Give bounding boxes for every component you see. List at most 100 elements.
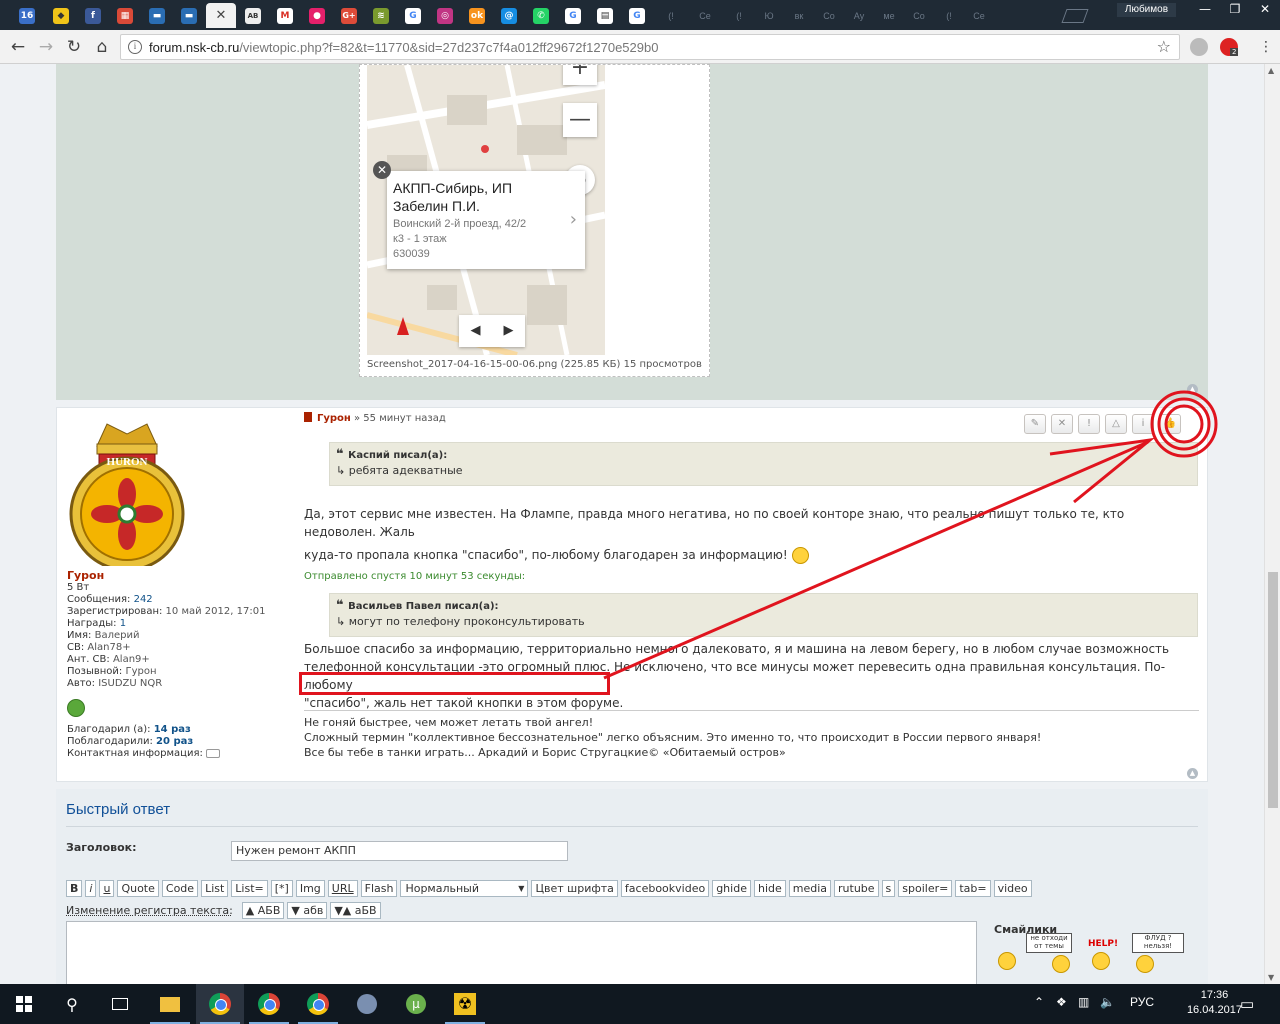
tab-ghost[interactable]: Со: [814, 3, 844, 28]
warn-button[interactable]: △: [1105, 414, 1127, 434]
dropbox-icon[interactable]: ❖: [1056, 995, 1067, 1009]
address-bar[interactable]: i forum.nsk-cb.ru/viewtopic.php?f=82&t=1…: [120, 34, 1180, 60]
tab-whatsapp[interactable]: ✆: [528, 3, 554, 28]
smiley-icon[interactable]: [998, 952, 1016, 970]
radiation-app-button[interactable]: ☢: [441, 984, 489, 1024]
tab-chat2[interactable]: ▬: [176, 3, 202, 28]
tab-pink[interactable]: ●: [304, 3, 330, 28]
report-button[interactable]: !: [1078, 414, 1100, 434]
zoom-out-button[interactable]: —: [563, 103, 597, 137]
page-scrollbar[interactable]: ▲ ▼: [1264, 64, 1280, 984]
back-button[interactable]: ←: [6, 36, 30, 58]
scroll-thumb[interactable]: [1268, 572, 1278, 808]
img-button[interactable]: Img: [295, 880, 325, 897]
tab-ghost[interactable]: (!: [656, 3, 686, 28]
list-button[interactable]: List: [201, 880, 229, 897]
close-window-button[interactable]: ✕: [1250, 0, 1280, 18]
tab-instagram[interactable]: ◎: [432, 3, 458, 28]
sign-smiley-icon[interactable]: [1052, 955, 1070, 973]
list-item-button[interactable]: [*]: [270, 880, 293, 897]
uppercase-button[interactable]: ▲ АБВ: [241, 902, 285, 919]
chrome-taskbar-button[interactable]: [294, 984, 342, 1024]
media-button[interactable]: media: [788, 880, 832, 897]
tab-ghost[interactable]: Се: [690, 3, 720, 28]
clock[interactable]: 17:36 16.04.2017: [1187, 988, 1242, 1018]
tab-bulb[interactable]: ◆: [48, 3, 74, 28]
tab-ghost[interactable]: вк: [784, 3, 814, 28]
subject-input[interactable]: Нужен ремонт АКПП: [231, 841, 568, 861]
network-icon[interactable]: ▥: [1078, 995, 1089, 1009]
tab-ghost[interactable]: (!: [934, 3, 964, 28]
message-icon[interactable]: [205, 748, 220, 758]
minimize-button[interactable]: —: [1190, 0, 1220, 18]
tab-radio[interactable]: ▦: [112, 3, 138, 28]
tab-active-forum[interactable]: ✕: [206, 3, 236, 28]
restore-button[interactable]: ❐: [1220, 0, 1250, 18]
quote-button[interactable]: Quote: [117, 880, 159, 897]
underline-button[interactable]: u: [99, 880, 115, 897]
tab-button[interactable]: tab=: [955, 880, 991, 897]
tray-chevron-icon[interactable]: ⌃: [1034, 995, 1044, 1009]
tab-gplus[interactable]: G+: [336, 3, 362, 28]
start-button[interactable]: [0, 984, 48, 1024]
next-arrow-icon[interactable]: ▶: [492, 315, 525, 347]
home-button[interactable]: ⌂: [90, 36, 114, 58]
flood-sign[interactable]: ФЛУД ? нельзя!: [1132, 933, 1184, 953]
tab-google2[interactable]: G: [560, 3, 586, 28]
url-button[interactable]: URL: [327, 880, 358, 897]
rutube-button[interactable]: rutube: [834, 880, 879, 897]
lock-app-button[interactable]: [343, 984, 391, 1024]
info-button[interactable]: i: [1132, 414, 1154, 434]
invert-case-button[interactable]: ▼▲ аБВ: [330, 902, 381, 919]
code-button[interactable]: Code: [161, 880, 199, 897]
tab-ghost[interactable]: (!: [724, 3, 754, 28]
edit-button[interactable]: ✎: [1024, 414, 1046, 434]
ghide-button[interactable]: ghide: [712, 880, 751, 897]
help-smiley-icon[interactable]: [1092, 952, 1110, 970]
tab-ghost[interactable]: Со: [904, 3, 934, 28]
messages-count[interactable]: 242: [134, 594, 153, 605]
flash-button[interactable]: Flash: [360, 880, 398, 897]
bookmark-star-icon[interactable]: ☆: [1157, 37, 1171, 56]
facebookvideo-button[interactable]: facebookvideo: [620, 880, 710, 897]
lowercase-button[interactable]: ▼ абв: [287, 902, 328, 919]
bold-button[interactable]: B: [66, 880, 83, 897]
font-color-button[interactable]: Цвет шрифта: [531, 880, 618, 897]
adblock-extension-icon[interactable]: 2: [1220, 38, 1239, 56]
ordered-list-button[interactable]: List=: [231, 880, 268, 897]
flood-smiley-icon[interactable]: [1136, 955, 1154, 973]
username[interactable]: Гурон: [67, 569, 104, 582]
help-sign[interactable]: HELP!: [1088, 939, 1118, 949]
zoom-in-button[interactable]: +: [563, 65, 597, 85]
info-icon[interactable]: i: [128, 40, 142, 54]
chrome-taskbar-button[interactable]: [245, 984, 293, 1024]
tab-mail[interactable]: @: [496, 3, 522, 28]
tab-doc[interactable]: ▤: [592, 3, 618, 28]
strike-button[interactable]: s: [881, 880, 896, 897]
back-to-top-icon[interactable]: ▲: [1187, 768, 1198, 779]
language-indicator[interactable]: РУС: [1130, 995, 1154, 1009]
tab-ghost[interactable]: ме: [874, 3, 904, 28]
scroll-down-icon[interactable]: ▼: [1268, 973, 1274, 982]
explorer-button[interactable]: [146, 984, 194, 1024]
was-thanked-count[interactable]: 20 раз: [156, 736, 193, 747]
tab-ok[interactable]: ok: [464, 3, 490, 28]
notifications-icon[interactable]: ▭: [1240, 995, 1254, 1013]
map-place-card[interactable]: АКПП-Сибирь, ИП Забелин П.И. Воинский 2-…: [387, 171, 585, 269]
back-to-top-icon[interactable]: ▲: [1187, 384, 1198, 395]
tab-chat1[interactable]: ▬: [144, 3, 170, 28]
italic-button[interactable]: i: [85, 880, 97, 897]
thanks-button[interactable]: 👍: [1159, 414, 1181, 434]
task-view-button[interactable]: [96, 984, 144, 1024]
tab-auto[interactable]: АВ: [240, 3, 266, 28]
delete-button[interactable]: ✕: [1051, 414, 1073, 434]
extension-icon[interactable]: [1190, 38, 1208, 56]
utorrent-button[interactable]: µ: [392, 984, 440, 1024]
volume-icon[interactable]: 🔈: [1100, 995, 1115, 1009]
forward-button[interactable]: →: [34, 36, 58, 58]
tab-google1[interactable]: G: [400, 3, 426, 28]
prev-arrow-icon[interactable]: ◀: [459, 315, 492, 347]
reload-button[interactable]: ↻: [62, 36, 86, 58]
thanked-count[interactable]: 14 раз: [154, 724, 191, 735]
message-textarea[interactable]: [66, 921, 977, 984]
